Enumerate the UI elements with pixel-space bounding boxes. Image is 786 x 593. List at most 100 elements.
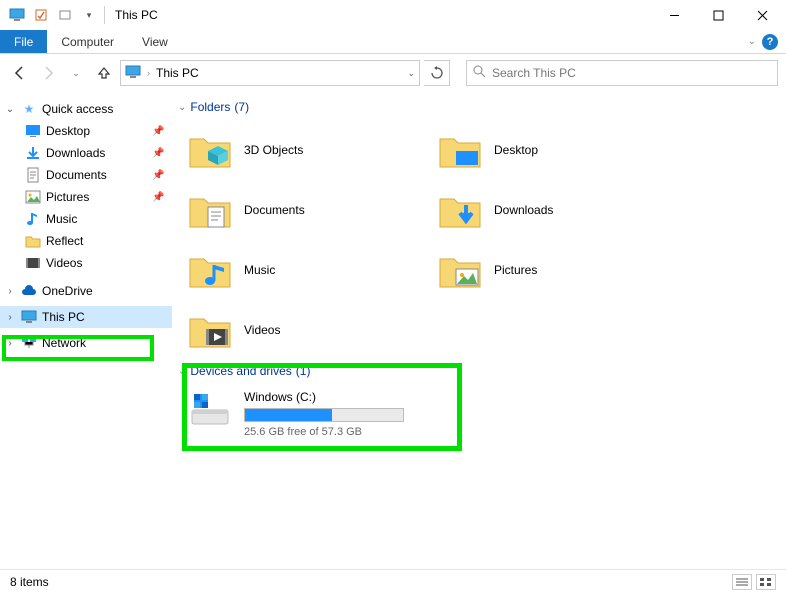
- chevron-right-icon[interactable]: ›: [4, 286, 16, 297]
- folder-videos[interactable]: Videos: [178, 300, 428, 360]
- help-button[interactable]: ?: [762, 34, 778, 50]
- back-button[interactable]: [8, 61, 32, 85]
- search-input[interactable]: Search This PC: [466, 60, 778, 86]
- sidebar-quick-access[interactable]: ⌄ ★ Quick access: [0, 98, 172, 120]
- pin-icon: 📌: [152, 148, 168, 159]
- folder-icon: [186, 126, 234, 174]
- refresh-button[interactable]: [424, 60, 450, 86]
- folder-3d-objects[interactable]: 3D Objects: [178, 120, 428, 180]
- folder-downloads[interactable]: Downloads: [428, 180, 678, 240]
- sidebar-item-label: Pictures: [46, 190, 148, 204]
- sidebar-item-videos[interactable]: Videos: [0, 252, 172, 274]
- close-button[interactable]: [740, 1, 784, 29]
- breadcrumb-chevron-icon[interactable]: ›: [147, 68, 150, 78]
- pin-icon: 📌: [152, 170, 168, 181]
- title-bar: ▾ This PC: [0, 0, 786, 30]
- pc-icon: [20, 308, 38, 326]
- sidebar-item-desktop[interactable]: Desktop 📌: [0, 120, 172, 142]
- folder-grid: 3D Objects Desktop Documents Downloads M…: [178, 120, 738, 360]
- folder-label: Videos: [244, 323, 280, 337]
- desktop-icon: [24, 122, 42, 140]
- ribbon: File Computer View ⌄ ?: [0, 30, 786, 54]
- search-icon: [473, 65, 486, 81]
- new-folder-button[interactable]: [54, 4, 76, 26]
- folder-label: Pictures: [494, 263, 537, 277]
- separator: [104, 6, 105, 24]
- sidebar-item-label: Music: [46, 212, 168, 226]
- app-icon: [6, 4, 28, 26]
- file-tab[interactable]: File: [0, 30, 47, 53]
- sidebar-item-music[interactable]: Music: [0, 208, 172, 230]
- group-header-folders[interactable]: ⌄ Folders (7): [178, 100, 786, 114]
- folder-label: Documents: [244, 203, 305, 217]
- chevron-down-icon[interactable]: ⌄: [178, 102, 186, 113]
- videos-icon: [24, 254, 42, 272]
- search-placeholder: Search This PC: [492, 66, 576, 80]
- quick-access-icon: ★: [20, 100, 38, 118]
- sidebar-this-pc[interactable]: › This PC: [0, 306, 172, 328]
- sidebar-item-documents[interactable]: Documents 📌: [0, 164, 172, 186]
- chevron-right-icon[interactable]: ›: [4, 338, 16, 349]
- sidebar-item-pictures[interactable]: Pictures 📌: [0, 186, 172, 208]
- sidebar-item-downloads[interactable]: Downloads 📌: [0, 142, 172, 164]
- minimize-button[interactable]: [652, 1, 696, 29]
- cloud-icon: [20, 282, 38, 300]
- breadcrumb[interactable]: This PC: [156, 66, 199, 80]
- address-dropdown-icon[interactable]: ⌄: [407, 68, 415, 79]
- folder-pictures[interactable]: Pictures: [428, 240, 678, 300]
- sidebar-network[interactable]: › Network: [0, 332, 172, 354]
- folder-icon: [436, 186, 484, 234]
- pin-icon: 📌: [152, 126, 168, 137]
- folder-icon: [186, 186, 234, 234]
- folder-icon: [186, 306, 234, 354]
- sidebar-item-label: Quick access: [42, 102, 168, 116]
- navigation-bar: ⌄ › This PC ⌄ Search This PC: [0, 54, 786, 92]
- computer-tab[interactable]: Computer: [47, 30, 128, 53]
- status-bar: 8 items: [0, 569, 786, 593]
- folder-label: 3D Objects: [244, 143, 303, 157]
- icons-view-button[interactable]: [756, 574, 776, 590]
- sidebar-item-label: Videos: [46, 256, 168, 270]
- recent-locations-button[interactable]: ⌄: [64, 61, 88, 85]
- downloads-icon: [24, 144, 42, 162]
- group-count: (7): [234, 100, 249, 114]
- folder-icon: [436, 126, 484, 174]
- properties-button[interactable]: [30, 4, 52, 26]
- folder-desktop[interactable]: Desktop: [428, 120, 678, 180]
- folder-label: Music: [244, 263, 275, 277]
- sidebar-item-reflect[interactable]: Reflect: [0, 230, 172, 252]
- sidebar-item-label: Desktop: [46, 124, 148, 138]
- navigation-pane: ⌄ ★ Quick access Desktop 📌 Downloads 📌 D…: [0, 92, 172, 569]
- highlight-drive: [182, 363, 462, 451]
- music-icon: [24, 210, 42, 228]
- pin-icon: 📌: [152, 192, 168, 203]
- details-view-button[interactable]: [732, 574, 752, 590]
- folder-music[interactable]: Music: [178, 240, 428, 300]
- window-title: This PC: [115, 8, 158, 22]
- chevron-right-icon[interactable]: ›: [4, 312, 16, 323]
- sidebar-item-label: Documents: [46, 168, 148, 182]
- pictures-icon: [24, 188, 42, 206]
- content-pane: ⌄ Folders (7) 3D Objects Desktop Documen…: [172, 92, 786, 569]
- address-bar[interactable]: › This PC ⌄: [120, 60, 420, 86]
- folder-label: Desktop: [494, 143, 538, 157]
- sidebar-item-label: This PC: [42, 310, 168, 324]
- qat-dropdown[interactable]: ▾: [78, 4, 100, 26]
- up-button[interactable]: [92, 61, 116, 85]
- sidebar-onedrive[interactable]: › OneDrive: [0, 280, 172, 302]
- folder-documents[interactable]: Documents: [178, 180, 428, 240]
- sidebar-item-label: Reflect: [46, 234, 168, 248]
- folder-icon: [24, 232, 42, 250]
- folder-label: Downloads: [494, 203, 553, 217]
- ribbon-collapse-icon[interactable]: ⌄: [748, 36, 756, 47]
- sidebar-item-label: OneDrive: [42, 284, 168, 298]
- chevron-down-icon[interactable]: ⌄: [4, 104, 16, 115]
- sidebar-item-label: Downloads: [46, 146, 148, 160]
- network-icon: [20, 334, 38, 352]
- maximize-button[interactable]: [696, 1, 740, 29]
- pc-icon: [125, 65, 141, 82]
- group-title: Folders: [190, 100, 230, 114]
- sidebar-item-label: Network: [42, 336, 168, 350]
- view-tab[interactable]: View: [128, 30, 182, 53]
- forward-button[interactable]: [36, 61, 60, 85]
